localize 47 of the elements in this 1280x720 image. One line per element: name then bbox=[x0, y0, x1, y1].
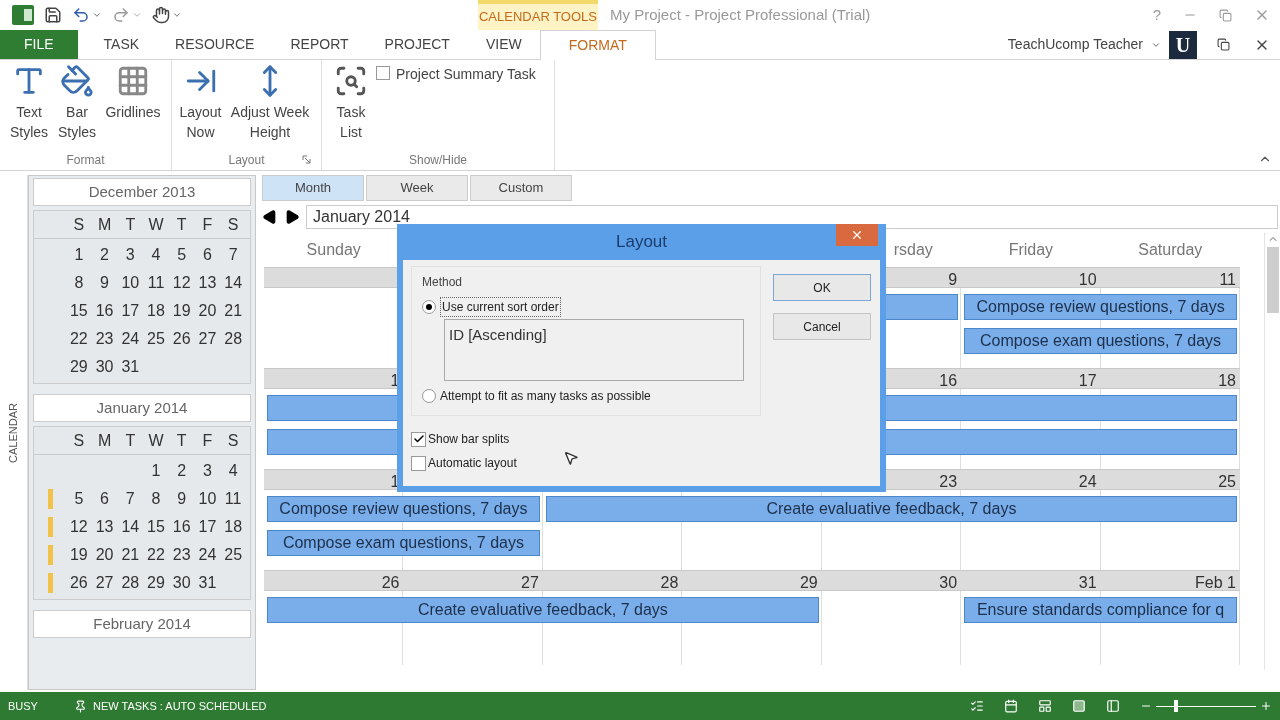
date-number: 17 bbox=[1078, 371, 1097, 391]
date-number: Feb 1 bbox=[1195, 573, 1236, 593]
day-header: Friday bbox=[1008, 240, 1054, 260]
date-number: 28 bbox=[660, 573, 679, 593]
weekday-label: S bbox=[72, 214, 86, 235]
window-title: My Project - Project Professional (Trial) bbox=[610, 4, 871, 25]
date-number: 30 bbox=[939, 573, 958, 593]
date-number: 24 bbox=[1078, 472, 1097, 492]
date-number: 26 bbox=[381, 573, 400, 593]
date-number: 11 bbox=[1219, 270, 1236, 290]
contextual-tab-header: CALENDAR TOOLS bbox=[478, 0, 598, 30]
weekday-label: T bbox=[124, 430, 137, 451]
weekday-label: S bbox=[226, 430, 240, 451]
weekday-label: T bbox=[175, 214, 188, 235]
account-logo: U bbox=[1169, 30, 1197, 59]
day-header: rsday bbox=[892, 240, 933, 260]
weekday-label: M bbox=[96, 430, 113, 451]
date-number: 29 bbox=[799, 573, 818, 593]
weekday-label: M bbox=[96, 214, 113, 235]
side-pane-label: CALENDAR bbox=[6, 402, 21, 463]
date-number: 23 bbox=[939, 472, 958, 492]
dialog-title: Layout bbox=[615, 231, 667, 254]
date-number: 18 bbox=[1218, 371, 1236, 391]
group-label: Layout bbox=[228, 152, 265, 169]
date-number: 10 bbox=[1078, 270, 1097, 290]
weekday-label: W bbox=[147, 214, 165, 235]
month-title: February 2014 bbox=[33, 610, 251, 638]
group-label: Method bbox=[422, 274, 464, 291]
weekday-label: W bbox=[147, 430, 165, 451]
day-header: Sunday bbox=[306, 240, 361, 260]
weekday-label: S bbox=[72, 430, 86, 451]
day-header: Saturday bbox=[1138, 240, 1203, 260]
weekday-label: T bbox=[175, 430, 188, 451]
date-number: 25 bbox=[1218, 472, 1236, 492]
weekday-label: T bbox=[124, 214, 137, 235]
date-number: 31 bbox=[1078, 573, 1097, 593]
month-title: December 2013 bbox=[33, 178, 251, 206]
date-number: 16 bbox=[939, 371, 958, 391]
weekday-label: F bbox=[201, 214, 214, 235]
date-number: 27 bbox=[521, 573, 539, 593]
group-label: Format bbox=[66, 152, 105, 169]
group-label: Show/Hide bbox=[409, 152, 467, 169]
status-mode: BUSY bbox=[8, 698, 38, 714]
weekday-label: S bbox=[226, 214, 240, 235]
date-number: 9 bbox=[948, 270, 958, 290]
month-title: January 2014 bbox=[33, 394, 251, 422]
weekday-label: F bbox=[201, 430, 214, 451]
